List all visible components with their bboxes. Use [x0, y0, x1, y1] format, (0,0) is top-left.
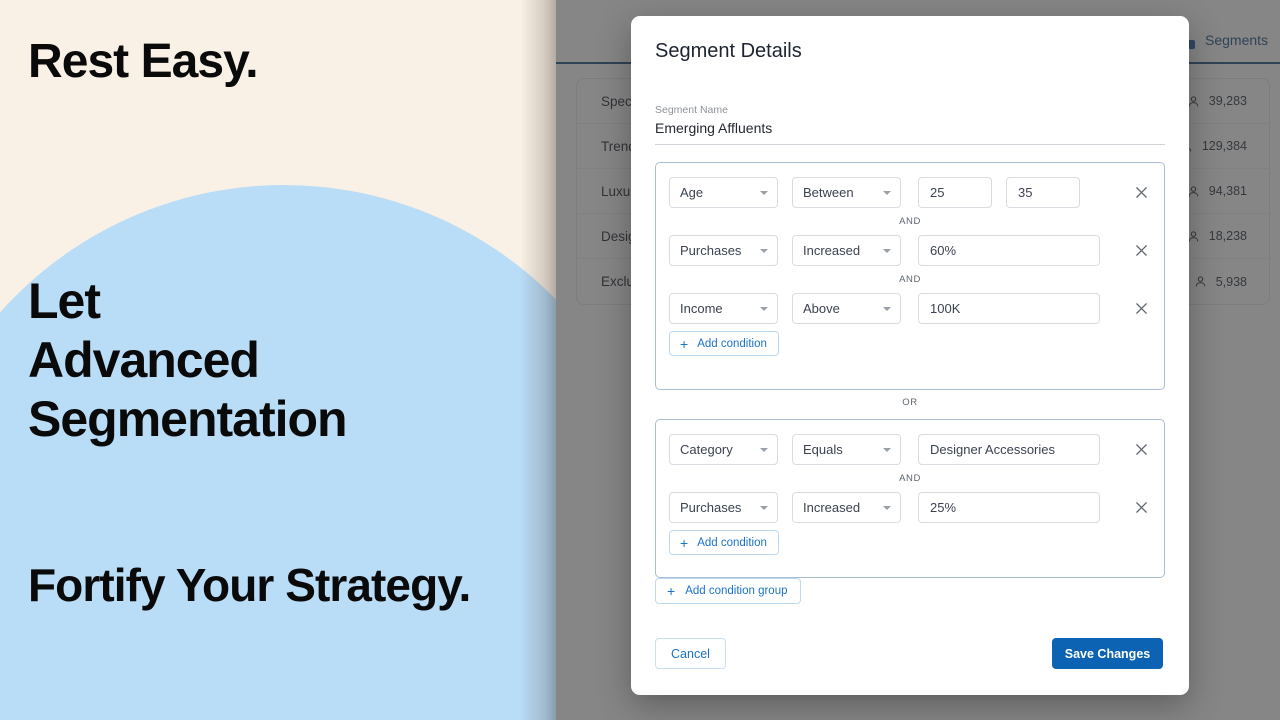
condition-group: Age Between 25 35 AND Purchases Increase…	[655, 162, 1165, 390]
condition-value-input[interactable]: Designer Accessories	[918, 434, 1100, 465]
plus-icon: +	[667, 583, 676, 599]
add-condition-label: Add condition	[697, 337, 767, 350]
chevron-down-icon	[883, 248, 891, 253]
condition-operator-select[interactable]: Between	[792, 177, 901, 208]
condition-field-select[interactable]: Age	[669, 177, 778, 208]
add-condition-group-label: Add condition group	[685, 585, 788, 597]
and-separator: AND	[899, 473, 921, 484]
condition-operator-select[interactable]: Increased	[792, 235, 901, 266]
add-condition-button[interactable]: + Add condition	[669, 530, 779, 555]
plus-icon: +	[680, 534, 689, 551]
promo-headline-1: Rest Easy.	[28, 35, 259, 88]
condition-value-text: 25	[930, 185, 945, 200]
condition-operator-value: Increased	[803, 243, 861, 258]
condition-operator-select[interactable]: Above	[792, 293, 901, 324]
close-icon	[1135, 303, 1147, 314]
close-icon	[1135, 502, 1147, 513]
chevron-down-icon	[883, 447, 891, 452]
condition-value-input[interactable]: 25%	[918, 492, 1100, 523]
and-separator: AND	[899, 274, 921, 285]
condition-row: Income Above 100K	[669, 293, 1151, 324]
condition-value2-text: 35	[1018, 185, 1033, 200]
segment-name-input[interactable]: Emerging Affluents	[655, 120, 1165, 145]
condition-value-input[interactable]: 100K	[918, 293, 1100, 324]
promo-headline-2: Let Advanced Segmentation	[28, 273, 348, 447]
condition-value-text: 25%	[930, 500, 957, 515]
condition-field-value: Category	[680, 442, 733, 457]
condition-field-value: Age	[680, 185, 704, 200]
save-button[interactable]: Save Changes	[1052, 638, 1163, 669]
add-condition-label: Add condition	[697, 536, 767, 549]
close-icon	[1135, 187, 1147, 198]
screenshot-stage: Segments Special Offer Seekers 39,283 Tr…	[0, 0, 1280, 720]
condition-value-input[interactable]: 25	[918, 177, 992, 208]
chevron-down-icon	[760, 190, 768, 195]
remove-condition-button[interactable]	[1131, 299, 1151, 319]
and-separator: AND	[899, 216, 921, 227]
condition-value-text: Designer Accessories	[930, 442, 1055, 457]
condition-row: Category Equals Designer Accessories	[669, 434, 1151, 465]
condition-row: Age Between 25 35	[669, 177, 1151, 208]
condition-value-text: 100K	[930, 301, 961, 316]
condition-row: Purchases Increased 60%	[669, 235, 1151, 266]
condition-field-select[interactable]: Purchases	[669, 235, 778, 266]
plus-icon: +	[680, 335, 689, 352]
chevron-down-icon	[883, 505, 891, 510]
condition-operator-value: Above	[803, 301, 840, 316]
condition-field-value: Purchases	[680, 500, 742, 515]
condition-operator-select[interactable]: Increased	[792, 492, 901, 523]
condition-field-value: Purchases	[680, 243, 742, 258]
remove-condition-button[interactable]	[1131, 183, 1151, 203]
remove-condition-button[interactable]	[1131, 498, 1151, 518]
close-icon	[1135, 444, 1147, 455]
condition-operator-value: Equals	[803, 442, 843, 457]
condition-field-select[interactable]: Category	[669, 434, 778, 465]
segment-name-field: Segment Name Emerging Affluents	[655, 104, 1165, 145]
add-condition-button[interactable]: + Add condition	[669, 331, 779, 356]
condition-group: Category Equals Designer Accessories AND	[655, 419, 1165, 578]
chevron-down-icon	[760, 447, 768, 452]
condition-field-select[interactable]: Income	[669, 293, 778, 324]
chevron-down-icon	[883, 306, 891, 311]
condition-value2-input[interactable]: 35	[1006, 177, 1080, 208]
remove-condition-button[interactable]	[1131, 241, 1151, 261]
decorative-blue-circle	[0, 185, 556, 720]
chevron-down-icon	[883, 190, 891, 195]
add-condition-group-button[interactable]: + Add condition group	[655, 578, 801, 604]
condition-field-value: Income	[680, 301, 723, 316]
remove-condition-button[interactable]	[1131, 440, 1151, 460]
or-separator: OR	[902, 397, 918, 408]
segment-details-modal: Segment Details Segment Name Emerging Af…	[631, 16, 1189, 695]
condition-operator-select[interactable]: Equals	[792, 434, 901, 465]
marketing-panel: Rest Easy. Let Advanced Segmentation For…	[0, 0, 556, 720]
condition-value-text: 60%	[930, 243, 957, 258]
segment-name-label: Segment Name	[655, 104, 728, 116]
condition-operator-value: Between	[803, 185, 854, 200]
page-title: Segment Details	[655, 40, 802, 62]
chevron-down-icon	[760, 248, 768, 253]
chevron-down-icon	[760, 306, 768, 311]
condition-row: Purchases Increased 25%	[669, 492, 1151, 523]
chevron-down-icon	[760, 505, 768, 510]
cancel-button[interactable]: Cancel	[655, 638, 726, 669]
condition-value-input[interactable]: 60%	[918, 235, 1100, 266]
condition-field-select[interactable]: Purchases	[669, 492, 778, 523]
condition-operator-value: Increased	[803, 500, 861, 515]
promo-headline-3: Fortify Your Strategy.	[28, 559, 471, 611]
close-icon	[1135, 245, 1147, 256]
